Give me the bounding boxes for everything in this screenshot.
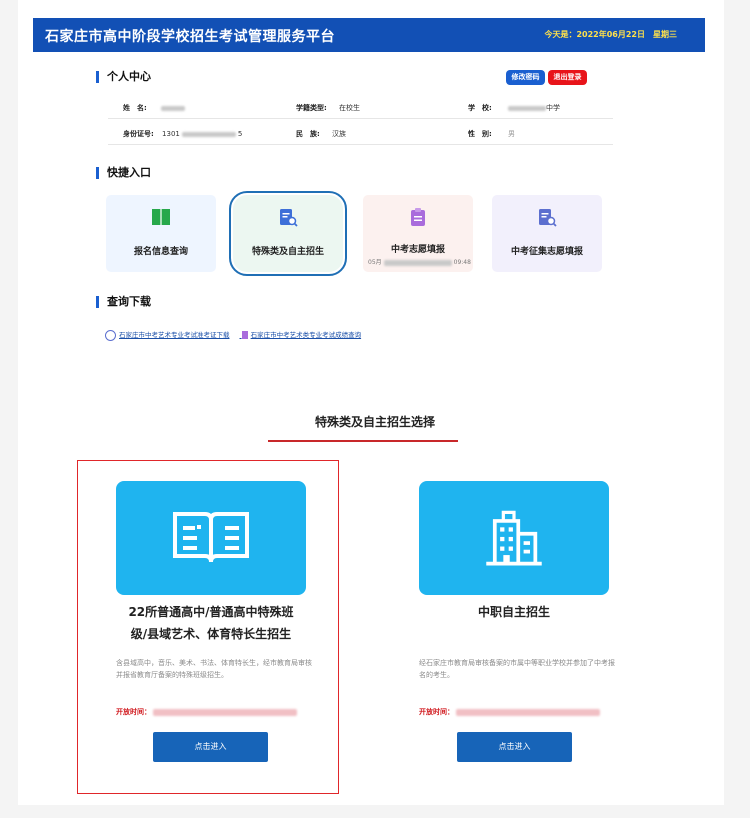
score-query-link[interactable]: 石家庄市中考艺术类专业考试成绩查询	[251, 331, 362, 339]
info-row-1: 姓 名: 学籍类型: 在校生 学 校: 中学	[108, 96, 613, 119]
option-desc-vocational: 经石家庄市教育局审核备案的市属中等职业学校并参加了中考报名的考生。	[419, 659, 615, 679]
quick-card-registration-query[interactable]: 报名信息查询	[106, 195, 216, 272]
quick-card-label: 中考志愿填报	[390, 245, 445, 255]
id-label: 身份证号:	[123, 130, 154, 138]
open-time-redacted	[153, 708, 297, 716]
ethnic-value: 汉族	[332, 130, 347, 138]
id-suffix: 5	[237, 130, 243, 138]
school-label: 学 校:	[468, 104, 492, 112]
quick-card-label: 报名信息查询	[133, 247, 188, 257]
volunteer-time-text: 05月 09:48	[368, 257, 471, 266]
open-time-redacted	[456, 708, 600, 716]
book-open-icon	[173, 512, 249, 563]
option-title-high-school: 22所普通高中/普通高中特殊班 级/县域艺术、体育特长生招生	[100, 601, 322, 645]
certificate-icon	[105, 329, 116, 341]
quick-card-supplementary-volunteer[interactable]: 中考征集志愿填报	[492, 195, 602, 272]
option-title-line1: 22所普通高中/普通高中特殊班	[128, 605, 294, 619]
name-label: 姓 名:	[123, 104, 147, 112]
gender-label: 性 别:	[468, 130, 492, 138]
download-links: 石家庄市中考艺术专业考试准考证下载 石家庄市中考艺术类专业考试成绩查询	[105, 329, 371, 341]
change-password-button[interactable]: 修改密码	[506, 70, 545, 85]
quick-card-volunteer-filling[interactable]: 中考志愿填报 05月 09:48	[363, 195, 473, 272]
option-title-vocational: 中职自主招生	[477, 605, 550, 619]
status-label: 学籍类型:	[296, 104, 327, 112]
personal-center-title: 个人中心	[96, 71, 151, 83]
document-search-icon	[539, 209, 557, 227]
selection-title: 特殊类及自主招生选择	[314, 415, 435, 429]
admission-ticket-link[interactable]: 石家庄市中考艺术专业考试准考证下载	[119, 331, 230, 339]
quick-card-label: 中考征集志愿填报	[510, 247, 583, 257]
time-start-partial: 05月	[368, 259, 382, 266]
option-card-high-school[interactable]	[116, 481, 306, 595]
title-underline	[268, 440, 458, 442]
open-time-high-school: 开放时间：	[116, 707, 297, 717]
option-title-line2: 级/县域艺术、体育特长生招生	[130, 627, 292, 641]
time-end-partial: 09:48	[453, 259, 471, 266]
date-display: 今天是：2022年06月22日 星期三	[536, 29, 677, 40]
status-value: 在校生	[339, 104, 361, 112]
option-desc-high-school: 含县域高中，音乐、美术、书法、体育特长生，经市教育局审核并报省教育厅备案的特殊班…	[116, 659, 312, 679]
today-text: 今天是：2022年06月22日	[544, 30, 645, 39]
weekday-text: 星期三	[653, 30, 677, 39]
top-header: 石家庄市高中阶段学校招生考试管理服务平台 今天是：2022年06月22日 星期三	[33, 18, 705, 52]
open-time-label: 开放时间：	[419, 708, 454, 716]
school-value: 中学	[546, 104, 561, 112]
time-redacted	[383, 259, 452, 266]
platform-title: 石家庄市高中阶段学校招生考试管理服务平台	[45, 29, 335, 45]
id-redacted	[181, 131, 236, 137]
clipboard-icon	[411, 208, 425, 226]
open-time-label: 开放时间：	[116, 708, 151, 716]
school-value-redacted	[508, 105, 547, 111]
gender-value: 男	[508, 130, 516, 138]
query-download-title: 查询下载	[96, 296, 151, 308]
info-row-2: 身份证号: 1301 5 民 族: 汉族 性 别: 男	[108, 122, 613, 145]
clipboard-icon	[241, 331, 248, 339]
logout-button[interactable]: 退出登录	[548, 70, 587, 85]
option-card-vocational[interactable]	[419, 481, 609, 595]
ethnic-label: 民 族:	[296, 130, 320, 138]
document-search-icon	[280, 209, 298, 227]
quick-card-special-enrollment[interactable]: 特殊类及自主招生	[229, 191, 347, 276]
open-time-vocational: 开放时间：	[419, 707, 600, 717]
building-icon	[486, 510, 542, 566]
quick-entry-title: 快捷入口	[96, 167, 151, 179]
enter-button-high-school[interactable]: 点击进入	[153, 732, 268, 762]
quick-card-label: 特殊类及自主招生	[251, 247, 324, 257]
book-icon	[152, 209, 170, 225]
enter-button-vocational[interactable]: 点击进入	[457, 732, 572, 762]
id-prefix: 1301	[162, 130, 180, 138]
name-value-redacted	[161, 105, 186, 111]
